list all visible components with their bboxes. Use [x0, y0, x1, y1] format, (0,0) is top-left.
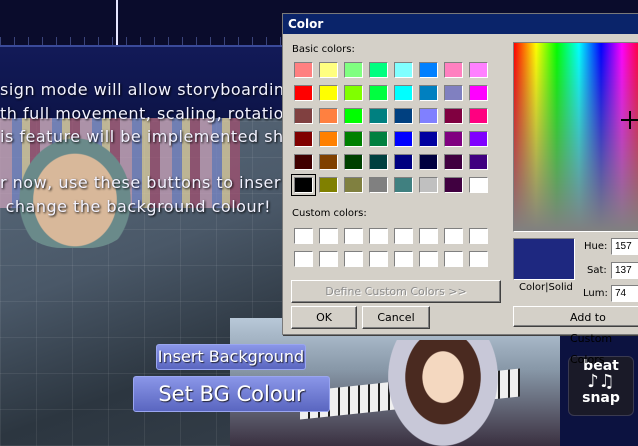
basic-color-swatch[interactable]: [344, 131, 363, 147]
basic-color-swatch[interactable]: [419, 154, 438, 170]
add-to-custom-colors-button[interactable]: Add to Custom Colors: [513, 306, 638, 366]
basic-color-swatch[interactable]: [369, 62, 388, 78]
basic-color-swatch[interactable]: [291, 174, 316, 196]
basic-color-swatch[interactable]: [344, 177, 363, 193]
sat-field[interactable]: 137: [611, 262, 638, 279]
custom-color-swatch[interactable]: [394, 251, 413, 267]
custom-color-swatch[interactable]: [419, 228, 438, 244]
basic-color-swatch[interactable]: [394, 62, 413, 78]
basic-color-swatch[interactable]: [369, 131, 388, 147]
basic-color-swatch[interactable]: [394, 154, 413, 170]
basic-color-swatch[interactable]: [444, 177, 463, 193]
background-anime-character: [388, 340, 498, 446]
custom-color-swatch[interactable]: [469, 228, 488, 244]
ok-button[interactable]: OK: [291, 306, 357, 329]
basic-color-swatch[interactable]: [469, 131, 488, 147]
lum-label: Lum:: [583, 288, 608, 299]
basic-color-swatch[interactable]: [344, 154, 363, 170]
basic-color-swatch[interactable]: [294, 85, 313, 101]
color-dialog: Color Basic colors: Custom colors: Defin…: [282, 13, 638, 366]
basic-color-swatch[interactable]: [369, 85, 388, 101]
basic-color-swatch[interactable]: [319, 177, 338, 193]
basic-color-swatch[interactable]: [394, 108, 413, 124]
custom-color-swatch[interactable]: [344, 228, 363, 244]
spectrum-crosshair-icon[interactable]: [621, 111, 638, 129]
beat-snap-label-bottom: snap: [582, 390, 620, 406]
basic-color-swatch[interactable]: [294, 154, 313, 170]
define-custom-colors-button[interactable]: Define Custom Colors >>: [291, 280, 501, 303]
lum-field[interactable]: 74: [611, 285, 638, 302]
basic-color-swatch[interactable]: [319, 85, 338, 101]
basic-color-swatch[interactable]: [469, 108, 488, 124]
custom-color-swatch[interactable]: [444, 251, 463, 267]
cancel-button[interactable]: Cancel: [362, 306, 430, 329]
info-text-paragraph-1: sign mode will allow storyboardin th ful…: [0, 80, 295, 146]
sat-label: Sat:: [587, 265, 607, 276]
basic-color-swatch[interactable]: [319, 131, 338, 147]
color-solid-preview: [513, 238, 575, 280]
basic-color-swatch[interactable]: [369, 108, 388, 124]
basic-color-swatch[interactable]: [419, 108, 438, 124]
basic-color-swatch[interactable]: [444, 154, 463, 170]
basic-color-swatch[interactable]: [369, 177, 388, 193]
dialog-title[interactable]: Color: [283, 14, 638, 34]
basic-color-swatch[interactable]: [319, 108, 338, 124]
basic-color-swatch[interactable]: [444, 62, 463, 78]
basic-color-swatch[interactable]: [419, 131, 438, 147]
custom-color-swatch[interactable]: [319, 251, 338, 267]
basic-color-swatch[interactable]: [344, 62, 363, 78]
custom-color-swatch[interactable]: [344, 251, 363, 267]
basic-color-swatch[interactable]: [319, 62, 338, 78]
custom-color-swatch[interactable]: [444, 228, 463, 244]
custom-color-swatch[interactable]: [419, 251, 438, 267]
basic-color-swatch[interactable]: [394, 85, 413, 101]
basic-color-swatch[interactable]: [394, 177, 413, 193]
basic-color-swatch[interactable]: [319, 154, 338, 170]
basic-color-swatch[interactable]: [344, 85, 363, 101]
custom-color-swatch[interactable]: [294, 228, 313, 244]
basic-color-swatch[interactable]: [294, 131, 313, 147]
hue-label: Hue:: [584, 241, 608, 252]
custom-color-swatch[interactable]: [294, 251, 313, 267]
custom-color-swatch[interactable]: [319, 228, 338, 244]
color-spectrum[interactable]: [513, 42, 638, 232]
hue-field[interactable]: 157: [611, 238, 638, 255]
basic-color-swatch[interactable]: [444, 131, 463, 147]
insert-background-button[interactable]: Insert Background: [156, 344, 306, 370]
basic-color-swatch[interactable]: [419, 85, 438, 101]
basic-color-swatch[interactable]: [344, 108, 363, 124]
basic-color-swatch[interactable]: [469, 177, 488, 193]
basic-color-swatch[interactable]: [444, 108, 463, 124]
music-notes-icon: ♪♫: [587, 371, 615, 392]
basic-color-swatch[interactable]: [419, 177, 438, 193]
basic-color-swatch[interactable]: [419, 62, 438, 78]
basic-color-swatch[interactable]: [294, 108, 313, 124]
custom-color-swatch[interactable]: [469, 251, 488, 267]
custom-color-swatch[interactable]: [369, 228, 388, 244]
playhead-cursor[interactable]: [116, 0, 118, 45]
set-bg-colour-button[interactable]: Set BG Colour: [133, 376, 330, 412]
basic-color-swatch[interactable]: [469, 154, 488, 170]
custom-colors-label: Custom colors:: [292, 208, 367, 219]
custom-color-swatch[interactable]: [394, 228, 413, 244]
custom-color-swatch[interactable]: [369, 251, 388, 267]
basic-color-swatch[interactable]: [369, 154, 388, 170]
basic-colors-label: Basic colors:: [292, 44, 355, 55]
basic-color-swatch[interactable]: [394, 131, 413, 147]
info-text-paragraph-2: r now, use these buttons to inser change…: [0, 173, 281, 216]
color-solid-label: Color|Solid: [519, 282, 573, 293]
basic-color-swatch[interactable]: [469, 62, 488, 78]
basic-color-swatch[interactable]: [469, 85, 488, 101]
basic-color-swatch[interactable]: [444, 85, 463, 101]
basic-color-swatch[interactable]: [294, 62, 313, 78]
